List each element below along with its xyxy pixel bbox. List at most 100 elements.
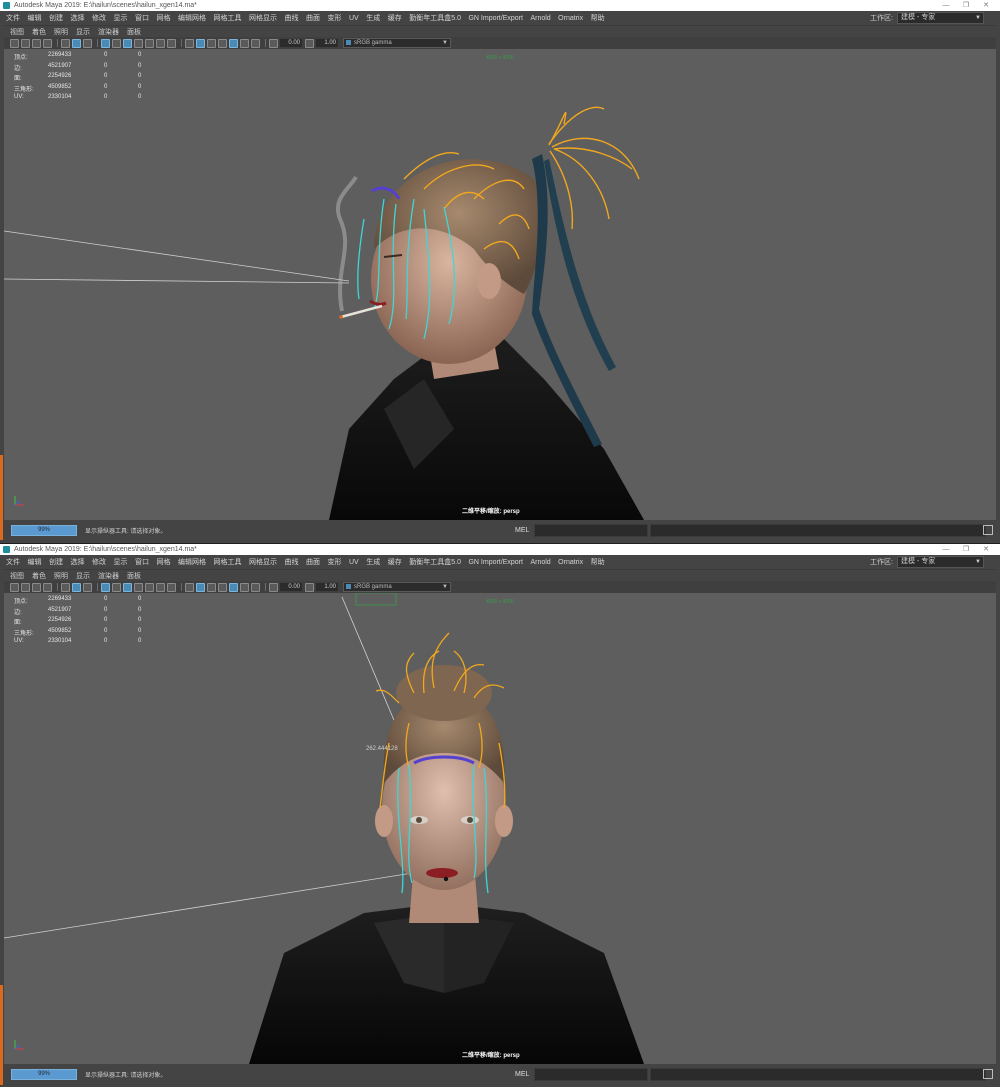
wireframe-icon[interactable]	[101, 582, 110, 592]
menu-modify[interactable]: 修改	[92, 557, 106, 567]
menu-file[interactable]: 文件	[6, 557, 20, 567]
menu-mesh-tools[interactable]: 网格工具	[214, 557, 242, 567]
use-lights-icon[interactable]	[145, 582, 154, 592]
menu-windows[interactable]: 窗口	[135, 13, 149, 23]
wireframe-on-shaded-icon[interactable]	[123, 582, 132, 592]
menu-display[interactable]: 显示	[114, 557, 128, 567]
gamma-icon[interactable]	[305, 582, 314, 592]
panel-menu-panels[interactable]: 面板	[127, 27, 141, 37]
menu-gn-import-export[interactable]: GN Import/Export	[468, 15, 522, 22]
menu-edit[interactable]: 编辑	[28, 557, 42, 567]
workspace-dropdown[interactable]: 建模 - 专家 ▼	[897, 556, 984, 568]
close-icon[interactable]: ✕	[976, 544, 996, 555]
panel-menu-shading[interactable]: 着色	[32, 571, 46, 581]
menu-edit-mesh[interactable]: 编辑网格	[178, 557, 206, 567]
menu-mesh[interactable]: 网格	[157, 557, 171, 567]
grease-pencil-icon[interactable]	[61, 38, 70, 48]
select-camera-icon[interactable]	[10, 38, 19, 48]
depth-of-field-icon[interactable]	[251, 582, 260, 592]
isolate-select-icon[interactable]	[185, 38, 194, 48]
menu-surfaces[interactable]: 曲面	[306, 557, 320, 567]
menu-curves[interactable]: 曲线	[285, 13, 299, 23]
film-gate-icon[interactable]	[83, 582, 92, 592]
backface-culling-icon[interactable]	[218, 38, 227, 48]
gear-icon[interactable]	[269, 582, 278, 592]
screen-space-ao-icon[interactable]	[167, 38, 176, 48]
exposure-field[interactable]: 0.00	[280, 39, 302, 47]
gamma-field[interactable]: 1.00	[316, 39, 338, 47]
grid-toggle-icon[interactable]	[72, 38, 81, 48]
screen-space-ao-icon[interactable]	[167, 582, 176, 592]
menu-gn-import-export[interactable]: GN Import/Export	[468, 559, 522, 566]
menu-uv[interactable]: UV	[349, 15, 359, 22]
menu-mesh[interactable]: 网格	[157, 13, 171, 23]
menu-cache[interactable]: 缓存	[388, 13, 402, 23]
menu-toolbox[interactable]: 勤衡年工具盒5.0	[409, 13, 461, 23]
menu-modify[interactable]: 修改	[92, 13, 106, 23]
menu-select[interactable]: 选择	[71, 13, 85, 23]
menu-toolbox[interactable]: 勤衡年工具盒5.0	[409, 557, 461, 567]
menu-edit[interactable]: 编辑	[28, 13, 42, 23]
camera-attributes-icon[interactable]	[21, 38, 30, 48]
menu-mesh-display[interactable]: 网格显示	[249, 557, 277, 567]
menu-generate[interactable]: 生成	[366, 557, 380, 567]
gear-icon[interactable]	[269, 38, 278, 48]
film-gate-icon[interactable]	[83, 38, 92, 48]
wireframe-icon[interactable]	[101, 38, 110, 48]
panel-menu-view[interactable]: 视图	[10, 571, 24, 581]
panel-menu-renderer[interactable]: 渲染器	[98, 571, 119, 581]
menu-deform[interactable]: 变形	[328, 557, 342, 567]
menu-mesh-tools[interactable]: 网格工具	[214, 13, 242, 23]
smooth-shade-icon[interactable]	[112, 582, 121, 592]
restore-icon[interactable]: ❐	[956, 0, 976, 11]
menu-create[interactable]: 创建	[49, 13, 63, 23]
mel-label[interactable]: MEL	[515, 1071, 529, 1078]
isolate-select-icon[interactable]	[185, 582, 194, 592]
command-line-input[interactable]	[534, 523, 648, 537]
panel-menu-show[interactable]: 显示	[76, 27, 90, 37]
backface-culling-icon[interactable]	[218, 582, 227, 592]
panel-menu-shading[interactable]: 着色	[32, 27, 46, 37]
menu-mesh-display[interactable]: 网格显示	[249, 13, 277, 23]
use-lights-icon[interactable]	[145, 38, 154, 48]
xray-joints-icon[interactable]	[207, 38, 216, 48]
motion-blur-icon[interactable]	[229, 38, 238, 48]
exposure-field[interactable]: 0.00	[280, 583, 302, 591]
select-camera-icon[interactable]	[10, 582, 19, 592]
menu-help[interactable]: 帮助	[591, 13, 605, 23]
menu-ornatrix[interactable]: Ornatrix	[558, 15, 583, 22]
menu-uv[interactable]: UV	[349, 559, 359, 566]
panel-menu-lighting[interactable]: 照明	[54, 571, 68, 581]
menu-create[interactable]: 创建	[49, 557, 63, 567]
anti-aliasing-icon[interactable]	[240, 38, 249, 48]
close-icon[interactable]: ✕	[976, 0, 996, 11]
motion-blur-icon[interactable]	[229, 582, 238, 592]
xray-joints-icon[interactable]	[207, 582, 216, 592]
panel-menu-view[interactable]: 视图	[10, 27, 24, 37]
script-editor-icon[interactable]	[983, 1069, 993, 1079]
menu-ornatrix[interactable]: Ornatrix	[558, 559, 583, 566]
bookmark-icon[interactable]	[32, 38, 41, 48]
mel-label[interactable]: MEL	[515, 527, 529, 534]
color-space-dropdown[interactable]: sRGB gamma ▼	[343, 38, 451, 48]
gamma-field[interactable]: 1.00	[316, 583, 338, 591]
smooth-shade-icon[interactable]	[112, 38, 121, 48]
gamma-icon[interactable]	[305, 38, 314, 48]
menu-help[interactable]: 帮助	[591, 557, 605, 567]
textured-icon[interactable]	[134, 38, 143, 48]
anti-aliasing-icon[interactable]	[240, 582, 249, 592]
grease-pencil-icon[interactable]	[61, 582, 70, 592]
shadows-icon[interactable]	[156, 38, 165, 48]
menu-display[interactable]: 显示	[114, 13, 128, 23]
menu-edit-mesh[interactable]: 编辑网格	[178, 13, 206, 23]
menu-file[interactable]: 文件	[6, 13, 20, 23]
menu-windows[interactable]: 窗口	[135, 557, 149, 567]
panel-menu-show[interactable]: 显示	[76, 571, 90, 581]
menu-arnold[interactable]: Arnold	[530, 15, 550, 22]
perspective-viewport[interactable]: 顶点: 2269433 0 0 边: 4521907 0 0 面: 2254926 0 0 三角形…	[4, 49, 996, 520]
menu-arnold[interactable]: Arnold	[530, 559, 550, 566]
depth-of-field-icon[interactable]	[251, 38, 260, 48]
restore-icon[interactable]: ❐	[956, 544, 976, 555]
image-plane-icon[interactable]	[43, 582, 52, 592]
textured-icon[interactable]	[134, 582, 143, 592]
